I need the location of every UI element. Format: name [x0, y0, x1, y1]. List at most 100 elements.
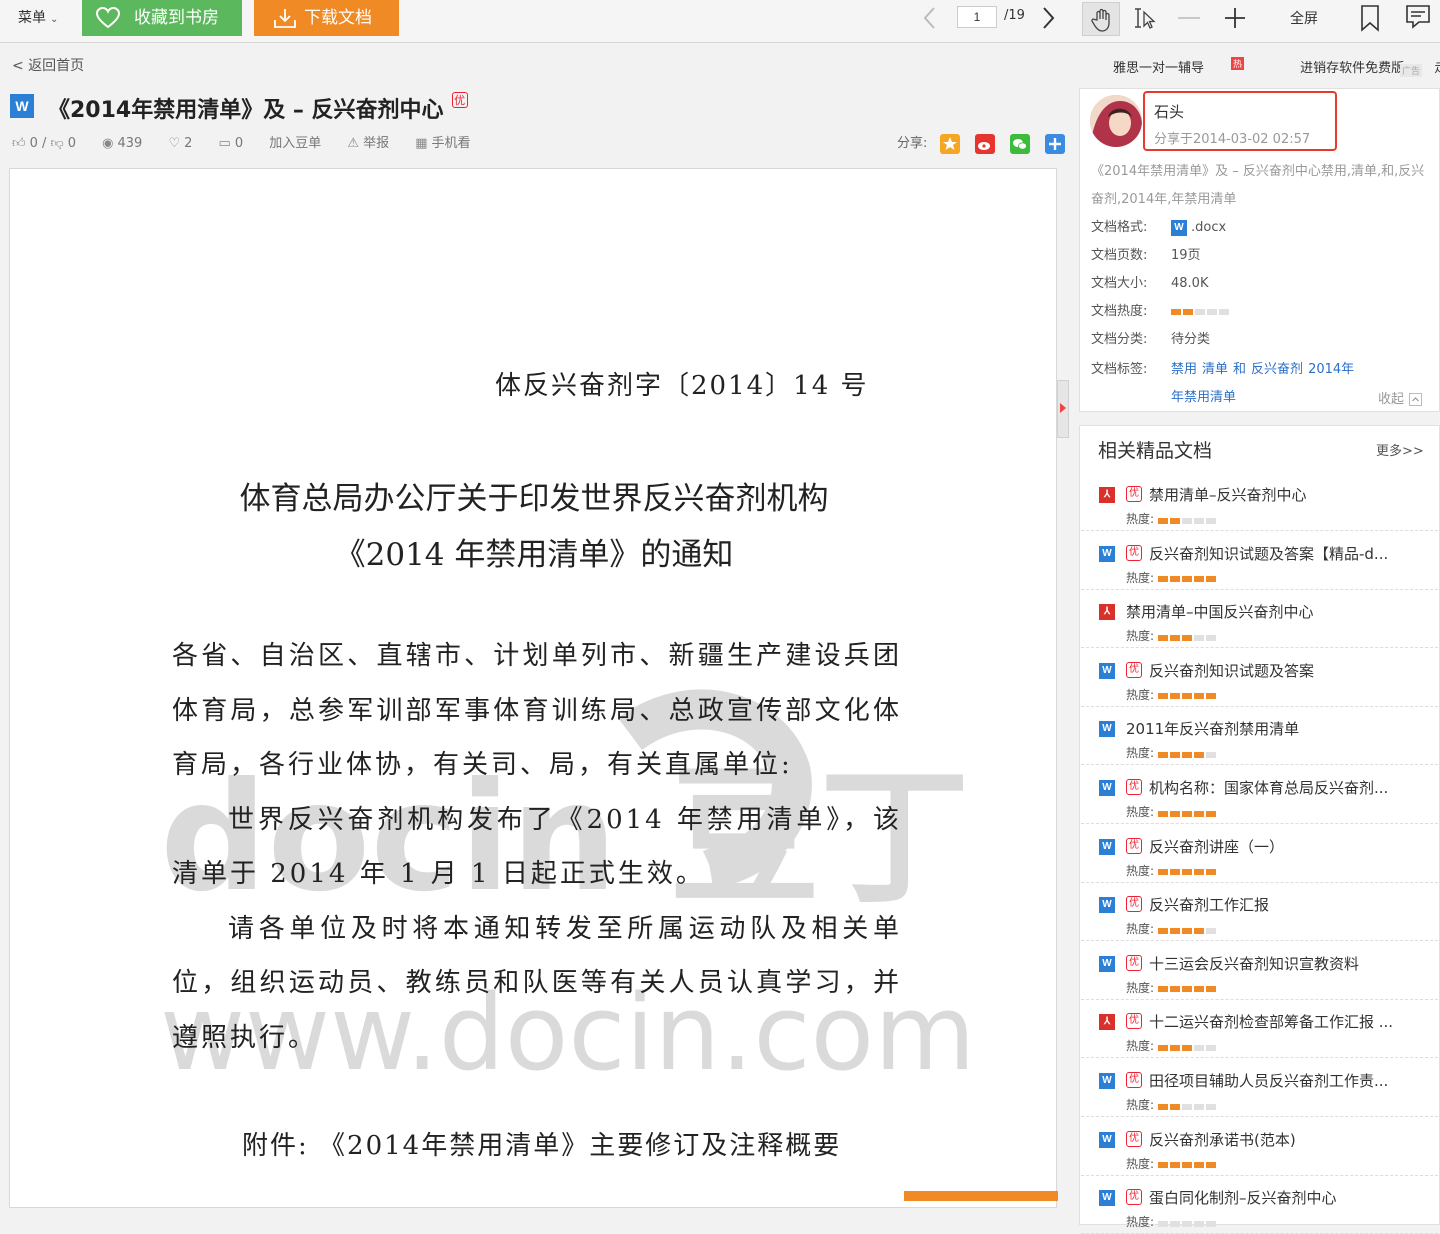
word-doc-icon: W [1099, 721, 1115, 738]
related-doc-item[interactable]: W 优反兴奋剂知识试题及答案 热度: [1081, 649, 1438, 707]
zoom-in-icon[interactable] [1222, 6, 1248, 30]
page-number-input[interactable] [957, 6, 997, 28]
download-button[interactable]: 下载文档 [254, 0, 399, 36]
related-doc-item[interactable]: W 优反兴奋剂承诺书(范本) 热度: [1081, 1118, 1438, 1176]
sponsored-link-3[interactable]: 走骨 [1434, 61, 1440, 76]
weibo-icon[interactable] [975, 133, 996, 154]
heat-segment [1194, 1044, 1205, 1051]
related-doc-item[interactable]: W 2011年反兴奋剂禁用清单 热度: [1081, 707, 1438, 766]
related-doc-name[interactable]: 反兴奋剂讲座（一） [1149, 836, 1426, 857]
doc-paragraph-1: 各省、自治区、直辖市、计划单列市、新疆生产建设兵团体育局，总参军训部军事体育训练… [172, 641, 902, 780]
related-doc-item[interactable]: ⅄ 优十二运兴奋剂检查部筹备工作汇报 ... 热度: [1081, 1000, 1438, 1059]
heat-label: 热度: [1126, 805, 1155, 819]
heat-segment [1158, 517, 1169, 524]
text-select-icon[interactable] [1132, 6, 1158, 30]
related-doc-item[interactable]: W 优反兴奋剂讲座（一） 热度: [1081, 825, 1438, 883]
premium-badge: 优 [1126, 1130, 1142, 1147]
heat-bar [1158, 630, 1218, 644]
heat-segment [1158, 927, 1169, 934]
heat-segment [1158, 693, 1169, 700]
related-doc-item[interactable]: W 优田径项目辅助人员反兴奋剂工作责... 热度: [1081, 1059, 1438, 1117]
doc-body: 各省、自治区、直辖市、计划单列市、新疆生产建设兵团体育局，总参军训部军事体育训练… [172, 629, 902, 1065]
heat-segment [1170, 1220, 1181, 1227]
heat-segment [1183, 309, 1193, 315]
share-more-plus-icon[interactable] [1045, 133, 1066, 154]
word-doc-icon: W [1099, 662, 1115, 679]
related-doc-name[interactable]: 十二运兴奋剂检查部筹备工作汇报 ... [1149, 1011, 1426, 1032]
arrow-right-icon [1060, 403, 1066, 413]
related-doc-item[interactable]: W 优十三运会反兴奋剂知识宣教资料 热度: [1081, 942, 1438, 1000]
mobile-view-link[interactable]: ▦ 手机看 [415, 132, 470, 151]
sponsored-link-1-label: 雅思一对一辅导 [1113, 61, 1205, 76]
add-to-list-link[interactable]: 加入豆单 [269, 132, 321, 151]
related-doc-name[interactable]: 2011年反兴奋剂禁用清单 [1126, 718, 1426, 739]
related-doc-item[interactable]: W 优蛋白同化制剂–反兴奋剂中心 热度: [1081, 1176, 1438, 1234]
related-doc-name[interactable]: 禁用清单–反兴奋剂中心 [1149, 484, 1426, 505]
like-button[interactable]: 👍︎ 0 / 👎︎ 0 [12, 136, 76, 151]
related-doc-name[interactable]: 机构名称：国家体育总局反兴奋剂... [1149, 777, 1426, 798]
hot-tag: 热 [1231, 57, 1245, 70]
zoom-out-icon[interactable] [1178, 17, 1200, 19]
tag-link[interactable]: 2014年 [1308, 362, 1354, 377]
related-doc-name[interactable]: 禁用清单–中国反兴奋剂中心 [1126, 601, 1426, 622]
top-toolbar: 菜单 ⌄ 收藏到书房 下载文档 /19 全屏 [0, 0, 1440, 43]
avatar[interactable] [1090, 95, 1142, 147]
menu-button[interactable]: 菜单 ⌄ [8, 0, 68, 36]
comment-icon[interactable] [1405, 4, 1431, 30]
fullscreen-button[interactable]: 全屏 [1290, 8, 1318, 28]
heat-segment [1158, 1162, 1169, 1169]
tag-link[interactable]: 反兴奋剂 [1251, 362, 1303, 377]
favorite-button[interactable]: ♡ 2 [168, 136, 192, 151]
sponsored-link-2[interactable]: 进销存软件免费版 [1300, 61, 1404, 76]
next-page-icon[interactable] [1038, 5, 1058, 31]
related-doc-name[interactable]: 反兴奋剂工作汇报 [1149, 894, 1426, 915]
heat-segment [1207, 309, 1217, 315]
heat-segment [1170, 810, 1181, 817]
heat-segment [1182, 1162, 1193, 1169]
back-home-link[interactable]: < 返回首页 [12, 55, 84, 75]
related-doc-name[interactable]: 田径项目辅助人员反兴奋剂工作责... [1149, 1070, 1426, 1091]
heat-label: 热度: [1126, 922, 1155, 937]
prev-page-icon[interactable] [920, 5, 940, 31]
comment-stat[interactable]: ▭ 0 [219, 136, 244, 151]
sponsored-link-1[interactable]: 雅思一对一辅导 热 [1113, 57, 1270, 76]
related-doc-item[interactable]: W 优反兴奋剂知识试题及答案【精品-d... 热度: [1081, 532, 1438, 590]
tag-link[interactable]: 和 [1233, 362, 1246, 377]
premium-badge: 优 [1126, 544, 1142, 561]
wechat-icon[interactable] [1010, 133, 1031, 154]
tag-link[interactable]: 年禁用清单 [1171, 390, 1236, 405]
tag-link[interactable]: 禁用 [1171, 362, 1197, 377]
sidebar-toggle-button[interactable] [1057, 380, 1069, 438]
related-doc-name[interactable]: 蛋白同化制剂–反兴奋剂中心 [1149, 1187, 1426, 1208]
tag-link[interactable]: 清单 [1202, 362, 1228, 377]
heat-segment [1194, 517, 1205, 524]
thumb-down-icon[interactable]: 👎︎ [51, 136, 64, 151]
related-doc-name[interactable]: 十三运会反兴奋剂知识宣教资料 [1149, 953, 1426, 974]
heat-segment [1194, 751, 1205, 758]
heat-segment [1206, 927, 1217, 934]
heat-segment [1170, 634, 1181, 641]
word-icon: W [1171, 219, 1187, 236]
bookmark-icon[interactable] [1360, 4, 1380, 32]
report-link[interactable]: ⚠ 举报 [347, 132, 389, 151]
related-more-link[interactable]: 更多>> [1376, 440, 1424, 459]
qzone-star-icon[interactable] [940, 133, 960, 154]
meta-size: 文档大小: 48.0K [1091, 272, 1208, 291]
related-doc-item[interactable]: ⅄ 优禁用清单–反兴奋剂中心 热度: [1081, 473, 1438, 531]
collect-button[interactable]: 收藏到书房 [82, 0, 242, 36]
heat-segment [1194, 634, 1205, 641]
report-label: 举报 [363, 136, 390, 151]
related-doc-name[interactable]: 反兴奋剂知识试题及答案 [1149, 660, 1426, 681]
related-doc-item[interactable]: W 优机构名称：国家体育总局反兴奋剂... 热度: [1081, 766, 1438, 824]
related-doc-item[interactable]: W 优反兴奋剂工作汇报 热度: [1081, 883, 1438, 942]
heat-segment [1170, 576, 1181, 583]
hand-tool-button[interactable] [1082, 2, 1120, 36]
collapse-button[interactable]: 收起 [1378, 388, 1423, 407]
heat-bar [1158, 1157, 1218, 1171]
related-doc-name[interactable]: 反兴奋剂知识试题及答案【精品-d... [1149, 543, 1426, 564]
heat-segment [1182, 986, 1193, 993]
page-total: /19 [1004, 8, 1025, 23]
related-doc-item[interactable]: ⅄ 禁用清单–中国反兴奋剂中心 热度: [1081, 590, 1438, 649]
related-doc-name[interactable]: 反兴奋剂承诺书(范本) [1149, 1129, 1426, 1150]
uploader-name[interactable]: 石头 [1154, 101, 1184, 122]
